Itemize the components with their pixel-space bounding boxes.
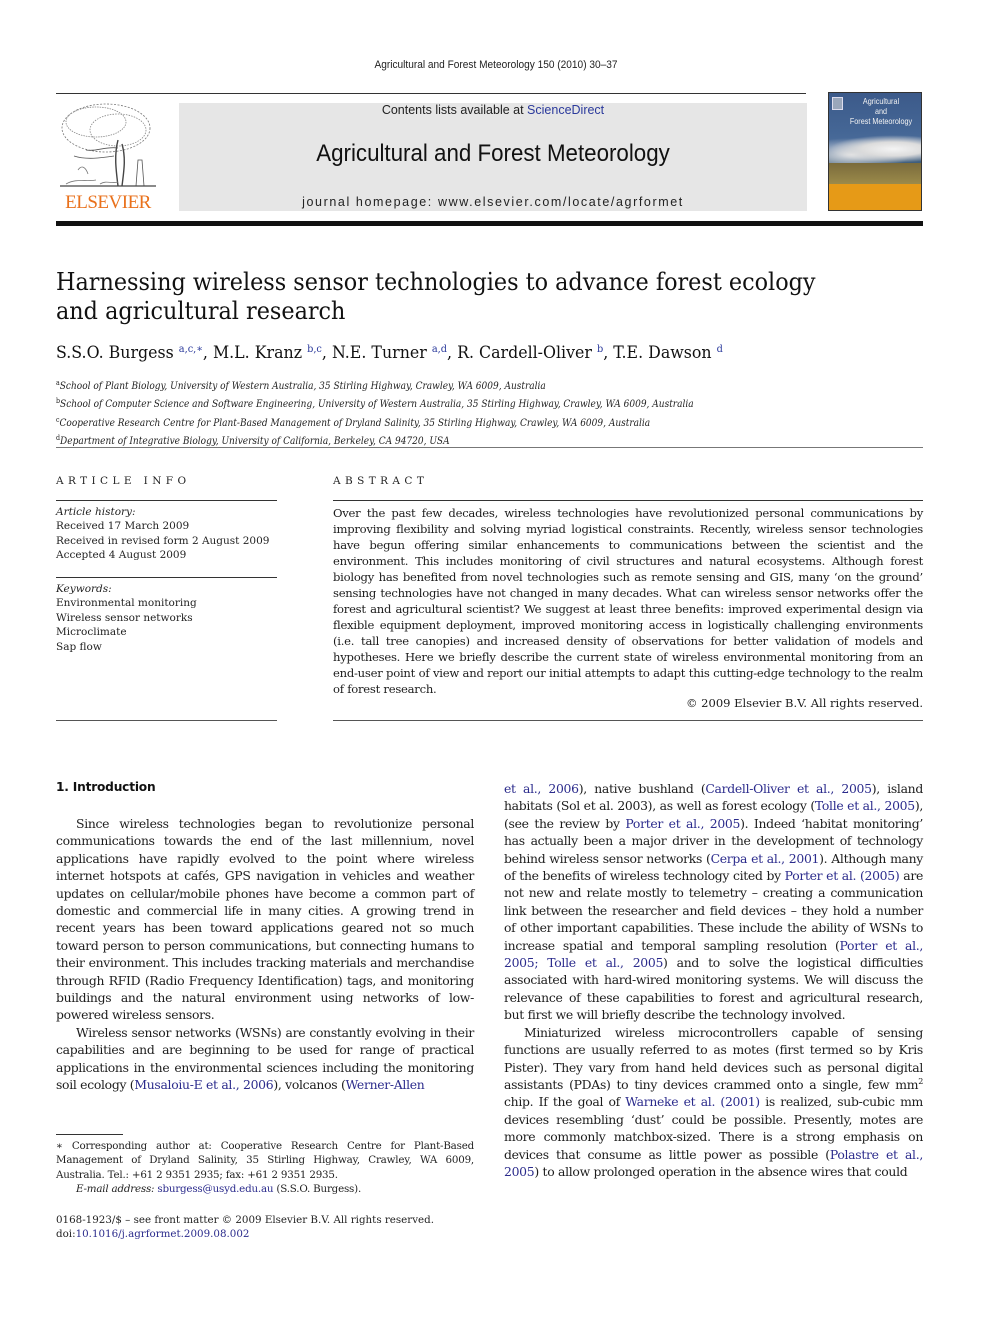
article-history: Article history: Received 17 March 2009 … xyxy=(56,505,277,563)
keyword: Wireless sensor networks xyxy=(56,611,193,624)
tree-logo-icon xyxy=(60,103,156,187)
keyword: Sap flow xyxy=(56,640,102,653)
history-entry: Received 17 March 2009 xyxy=(56,520,190,533)
article-title: Harnessing wireless sensor technologies … xyxy=(56,268,816,325)
author-affiliation-marks[interactable]: d xyxy=(717,343,723,355)
cover-title-line: Agricultural xyxy=(862,96,900,106)
author-affiliation-marks[interactable]: b xyxy=(597,343,603,355)
author-name[interactable]: N.E. Turner xyxy=(332,343,427,363)
author-affiliation-marks[interactable]: b,c xyxy=(307,343,322,355)
keywords-label: Keywords: xyxy=(56,583,112,595)
keyword: Environmental monitoring xyxy=(56,597,197,610)
keywords: Keywords: Environmental monitoring Wirel… xyxy=(56,582,277,654)
history-entry: Accepted 4 August 2009 xyxy=(56,549,187,562)
issn-line: 0168-1923/$ – see front matter © 2009 El… xyxy=(56,1214,434,1226)
author-affiliation-marks[interactable]: a,c,∗ xyxy=(179,343,203,355)
email-label: E-mail address: xyxy=(76,1182,158,1195)
citation-link[interactable]: et al., 2006 xyxy=(504,781,579,796)
body-column-right: et al., 2006), native bushland (Cardell-… xyxy=(504,780,923,1180)
history-entry: Received in revised form 2 August 2009 xyxy=(56,534,270,547)
text-run: ), native bushland ( xyxy=(578,781,706,796)
header-top-rule xyxy=(56,93,806,94)
contents-line: Contents lists available at ScienceDirec… xyxy=(179,103,807,117)
affiliations: aSchool of Plant Biology, University of … xyxy=(56,376,936,449)
author-name[interactable]: M.L. Kranz xyxy=(213,343,302,363)
divider xyxy=(56,720,277,721)
journal-banner: Contents lists available at ScienceDirec… xyxy=(179,103,807,211)
paragraph: Miniaturized wireless microcontrollers c… xyxy=(504,1024,923,1181)
abstract-copyright: © 2009 Elsevier B.V. All rights reserved… xyxy=(686,696,923,710)
affiliation-text: Cooperative Research Centre for Plant-Ba… xyxy=(59,417,651,429)
citation-link[interactable]: Cerpa et al., 2001 xyxy=(711,851,820,866)
email-suffix: (S.S.O. Burgess). xyxy=(273,1182,362,1195)
citation-link[interactable]: Porter et al. (2005) xyxy=(785,868,900,883)
author-name[interactable]: T.E. Dawson xyxy=(613,343,711,363)
divider xyxy=(56,447,923,448)
author-affiliation-marks[interactable]: a,d xyxy=(432,343,447,355)
abstract-text: Over the past few decades, wireless tech… xyxy=(333,506,923,696)
affiliation: bSchool of Computer Science and Software… xyxy=(56,394,848,412)
cover-title-line: Forest Meteorology xyxy=(849,116,913,126)
text-run: chip. If the goal of xyxy=(504,1094,626,1110)
author-name[interactable]: S.S.O. Burgess xyxy=(56,343,174,363)
paragraph: et al., 2006), native bushland (Cardell-… xyxy=(504,780,923,1024)
affiliation-text: Department of Integrative Biology, Unive… xyxy=(60,435,450,447)
text-run: ) to allow prolonged operation in the ab… xyxy=(534,1163,908,1179)
cover-title: Agricultural and Forest Meteorology xyxy=(849,96,914,126)
citation-link[interactable]: Tolle et al., 2005 xyxy=(815,798,915,813)
citation-link[interactable]: Cardell-Oliver et al., 2005 xyxy=(705,781,872,796)
journal-title: Agricultural and Forest Meteorology xyxy=(316,140,670,167)
paragraph: Wireless sensor networks (WSNs) are cons… xyxy=(56,1024,474,1094)
affiliation-text: School of Plant Biology, University of W… xyxy=(59,381,546,392)
doi-link[interactable]: 10.1016/j.agrformet.2009.08.002 xyxy=(76,1228,250,1240)
article-info-heading: ARTICLE INFO xyxy=(56,475,191,487)
corresponding-author-note: ∗ Corresponding author at: Cooperative R… xyxy=(56,1140,474,1181)
front-matter: 0168-1923/$ – see front matter © 2009 El… xyxy=(56,1213,474,1242)
email-link[interactable]: sburgess@usyd.edu.au xyxy=(157,1183,273,1195)
author-name[interactable]: R. Cardell-Oliver xyxy=(457,343,592,363)
divider xyxy=(56,500,277,501)
journal-homepage-link[interactable]: journal homepage: www.elsevier.com/locat… xyxy=(179,195,807,209)
cover-hills xyxy=(829,163,921,185)
email-line: E-mail address: sburgess@usyd.edu.au (S.… xyxy=(56,1182,474,1196)
footnotes: ∗ Corresponding author at: Cooperative R… xyxy=(56,1139,474,1196)
doi-prefix: doi: xyxy=(56,1228,76,1241)
header-thick-rule xyxy=(56,221,923,226)
affiliation: cCooperative Research Centre for Plant-B… xyxy=(56,413,848,431)
citation-link[interactable]: Porter et al., 2005 xyxy=(625,816,740,831)
doi-line: doi:10.1016/j.agrformet.2009.08.002 xyxy=(56,1227,474,1241)
divider xyxy=(333,720,923,721)
cover-publisher-icon xyxy=(832,97,843,110)
citation-link[interactable]: Werner-Allen xyxy=(345,1077,424,1092)
cover-title-line: and xyxy=(874,106,888,116)
divider xyxy=(333,500,923,501)
publisher-name: ELSEVIER xyxy=(65,192,151,213)
cover-band xyxy=(829,184,921,210)
abstract-heading: ABSTRACT xyxy=(333,475,429,487)
affiliation-text: School of Computer Science and Software … xyxy=(60,399,694,411)
cover-clouds xyxy=(829,135,921,164)
article-history-label: Article history: xyxy=(56,506,136,518)
author-list: S.S.O. Burgess a,c,∗, M.L. Kranz b,c, N.… xyxy=(56,343,723,363)
superscript: 2 xyxy=(918,1076,923,1086)
contents-prefix: Contents lists available at xyxy=(381,103,528,117)
text-run: Miniaturized wireless microcontrollers c… xyxy=(504,1024,923,1092)
running-head: Agricultural and Forest Meteorology 150 … xyxy=(374,59,618,71)
sciencedirect-link[interactable]: ScienceDirect xyxy=(527,103,604,117)
citation-link[interactable]: Warneke et al. (2001) xyxy=(625,1094,760,1109)
elsevier-logo[interactable]: ELSEVIER xyxy=(56,100,160,214)
body-column-left: Since wireless technologies began to rev… xyxy=(56,815,474,1094)
divider xyxy=(56,577,277,578)
affiliation: aSchool of Plant Biology, University of … xyxy=(56,376,848,394)
section-heading: 1. Introduction xyxy=(56,780,156,794)
footnote-rule xyxy=(56,1134,123,1135)
keyword: Microclimate xyxy=(56,626,127,639)
citation-link[interactable]: Musaloiu-E et al., 2006 xyxy=(134,1077,273,1092)
journal-cover-image[interactable]: Agricultural and Forest Meteorology xyxy=(828,92,922,211)
text-run: ), volcanos ( xyxy=(273,1077,346,1093)
paragraph: Since wireless technologies began to rev… xyxy=(56,816,474,1023)
